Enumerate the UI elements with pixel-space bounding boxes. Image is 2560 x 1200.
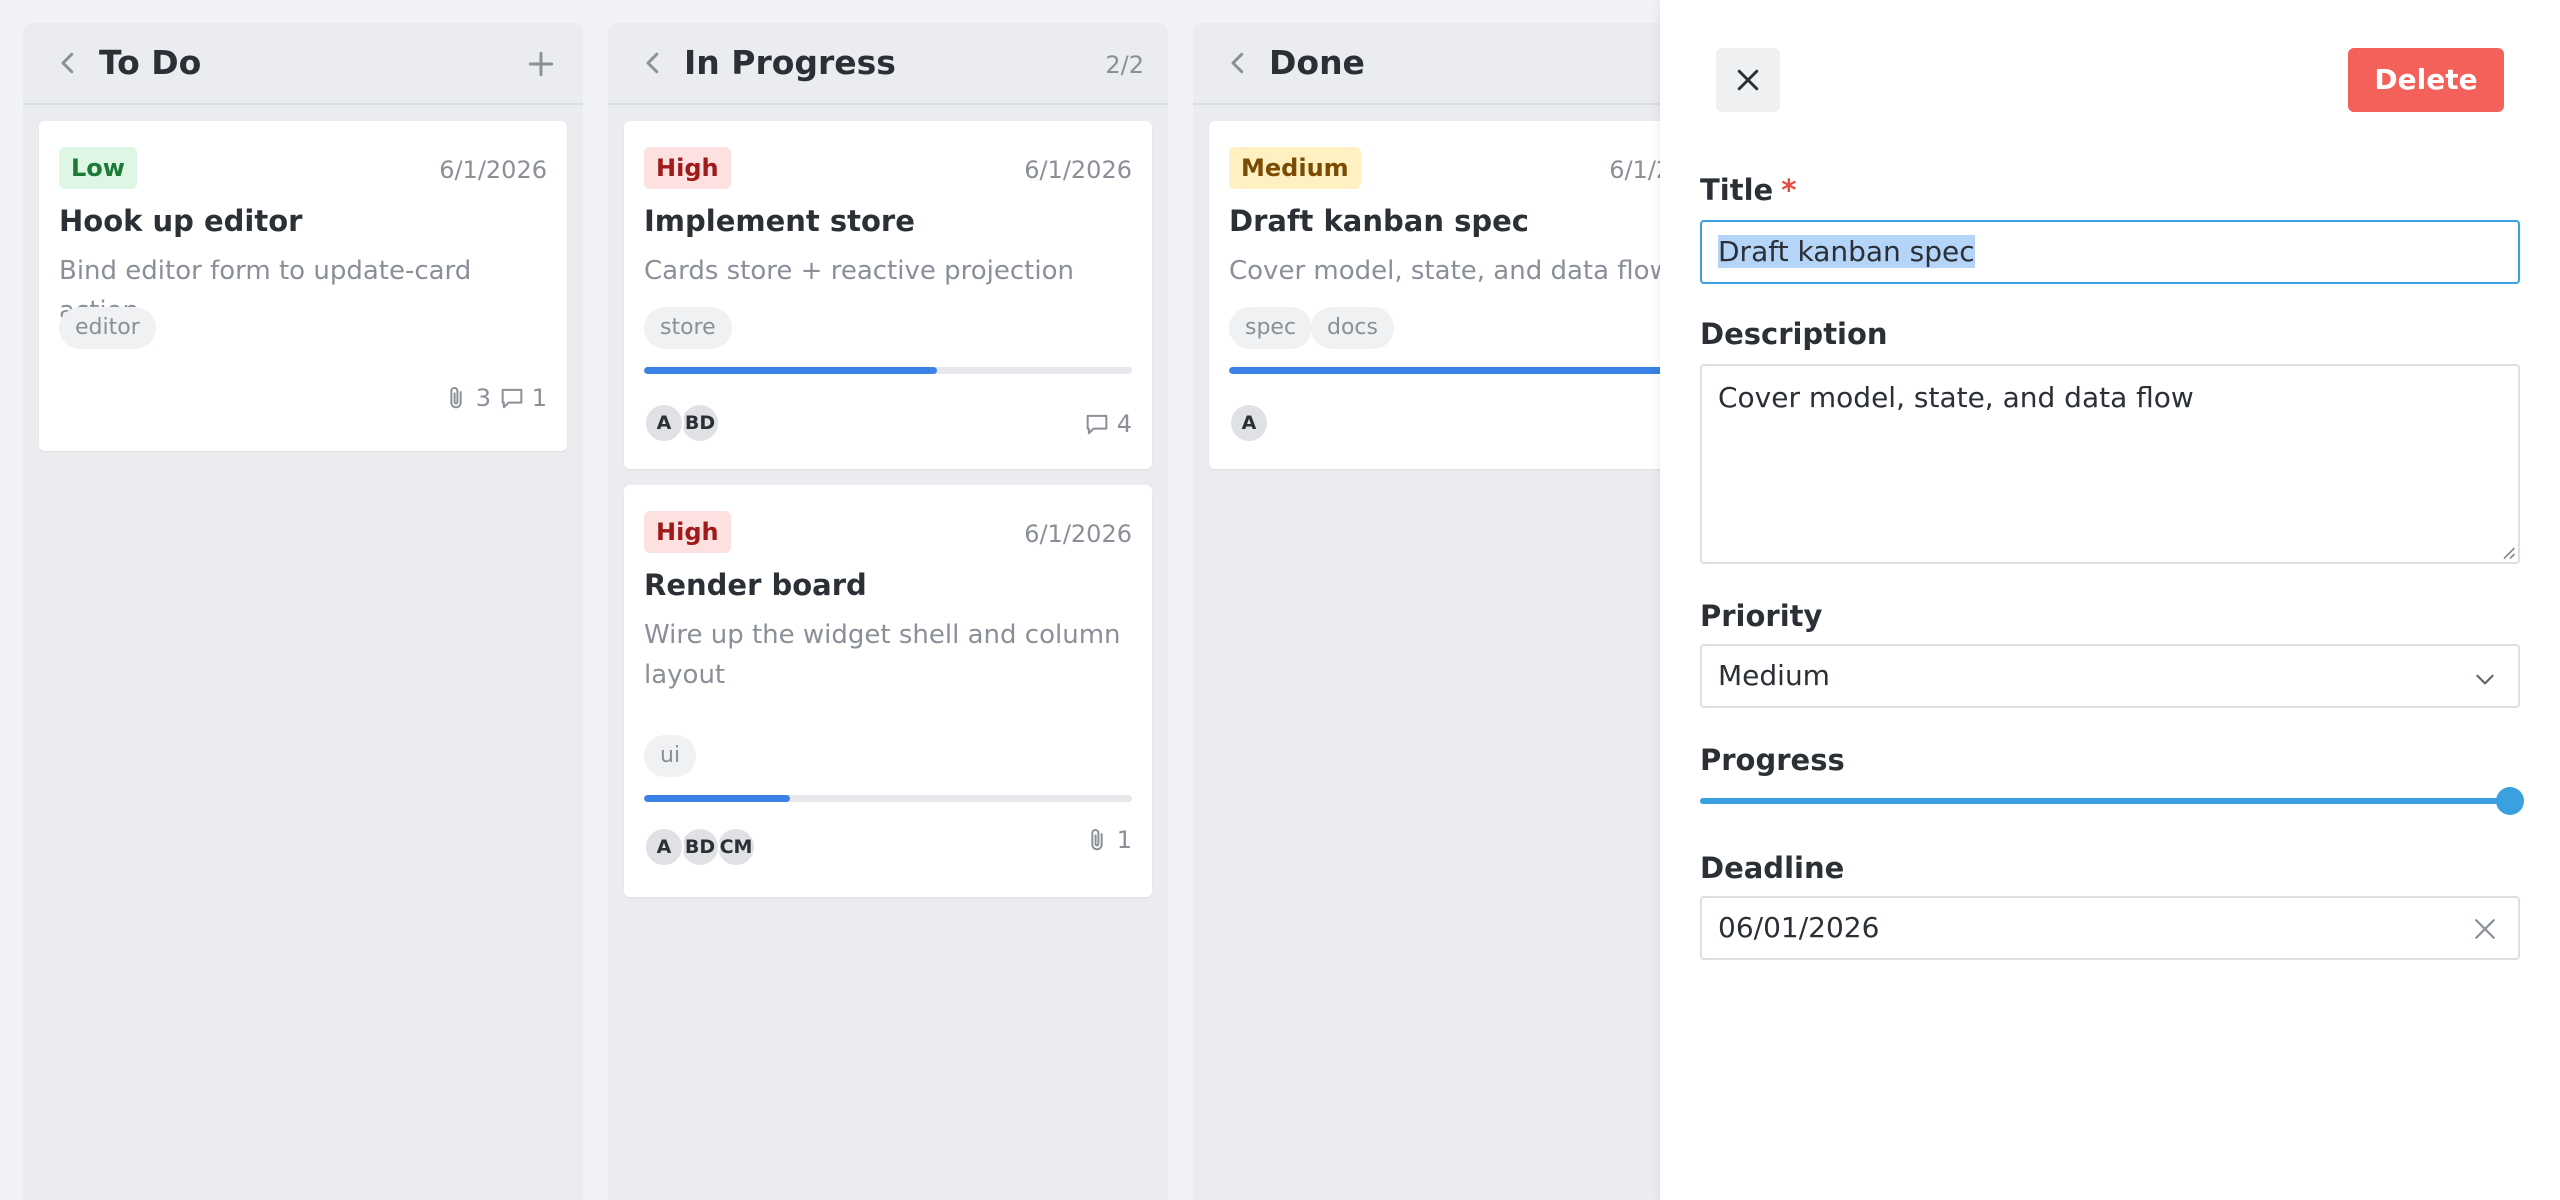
card-progress-fill [1229, 367, 1717, 374]
progress-label: Progress [1700, 743, 1845, 777]
priority-badge: High [644, 511, 731, 553]
card-description: Cover model, state, and data flow [1229, 256, 1671, 286]
paperclip-icon [1091, 829, 1103, 851]
clear-icon[interactable] [2470, 914, 2500, 944]
card-editor-panel: Delete Title * Draft kanban spec Descript… [1660, 0, 2560, 1200]
title-label: Title * [1700, 173, 1797, 207]
card-tag: ui [644, 735, 697, 777]
avatar: A [644, 827, 684, 867]
column-header: In Progress 2/2 [608, 23, 1168, 105]
chevron-left-icon[interactable] [53, 48, 83, 78]
paperclip-icon [450, 387, 462, 409]
card-description: Wire up the widget shell and column layo… [644, 620, 1121, 690]
card-progress-fill [644, 795, 791, 802]
avatar: A [1229, 403, 1269, 443]
card-progress-bar [644, 367, 1132, 374]
title-input[interactable]: Draft kanban spec [1700, 220, 2520, 284]
column-title: To Do [99, 43, 202, 82]
chevron-left-icon[interactable] [1223, 48, 1253, 78]
card-tag: spec [1229, 307, 1313, 349]
card-hook-up-editor[interactable]: Low 6/1/2026 Hook up editor Bind editor … [39, 121, 567, 451]
avatar: BD [680, 403, 720, 443]
attachment-count: 1 [1083, 825, 1132, 855]
deadline-input[interactable]: 06/01/2026 [1700, 896, 2520, 960]
column-title: Done [1269, 43, 1365, 82]
card-description: Cards store + reactive projection [644, 256, 1074, 286]
resize-grip-icon[interactable] [2498, 542, 2516, 560]
priority-selected-value: Medium [1718, 659, 1830, 692]
title-input-value: Draft kanban spec [1718, 235, 1975, 268]
column-header: To Do [23, 23, 583, 105]
priority-badge: Medium [1229, 147, 1361, 189]
chevron-down-icon [2476, 674, 2494, 685]
card-title: Hook up editor [59, 204, 303, 238]
column-in-progress: In Progress 2/2 High 6/1/2026 Implement … [608, 23, 1168, 1200]
deadline-value: 06/01/2026 [1718, 911, 1880, 944]
progress-slider-fill [1700, 798, 2510, 804]
comment-icon [1086, 414, 1108, 435]
card-progress-fill [644, 367, 937, 374]
delete-button[interactable]: Delete [2348, 48, 2504, 112]
comment-icon [501, 388, 523, 409]
progress-slider-thumb[interactable] [2496, 787, 2524, 815]
column-card-count: 2/2 [1105, 51, 1144, 79]
card-title: Draft kanban spec [1229, 204, 1529, 238]
close-icon [1737, 69, 1759, 91]
description-textarea[interactable]: Cover model, state, and data flow [1700, 364, 2520, 564]
plus-icon[interactable] [525, 48, 557, 80]
card-tag: editor [59, 307, 156, 349]
avatar: A [644, 403, 684, 443]
required-mark: * [1781, 173, 1797, 207]
priority-badge: Low [59, 147, 137, 189]
priority-label: Priority [1700, 599, 1823, 633]
comment-count: 1 [498, 383, 547, 413]
attachment-count: 3 [442, 383, 491, 413]
chevron-left-icon[interactable] [638, 48, 668, 78]
card-tag: store [644, 307, 732, 349]
card-tag: docs [1311, 307, 1394, 349]
card-title: Render board [644, 568, 867, 602]
description-value: Cover model, state, and data flow [1718, 381, 2194, 414]
avatar: BD [680, 827, 720, 867]
card-render-board[interactable]: High 6/1/2026 Render board Wire up the w… [624, 485, 1152, 897]
card-progress-bar [644, 795, 1132, 802]
progress-slider[interactable] [1700, 787, 2524, 815]
deadline-label: Deadline [1700, 851, 1845, 885]
card-date: 6/1/2026 [1024, 520, 1132, 548]
column-title: In Progress [684, 43, 896, 82]
card-implement-store[interactable]: High 6/1/2026 Implement store Cards stor… [624, 121, 1152, 469]
close-button[interactable] [1716, 48, 1780, 112]
priority-select[interactable]: Medium [1700, 644, 2520, 708]
description-label: Description [1700, 317, 1888, 351]
avatar: CM [716, 827, 756, 867]
column-todo: To Do Low 6/1/2026 Hook up editor Bind e… [23, 23, 583, 1200]
card-progress-bar [1229, 367, 1717, 374]
card-title: Implement store [644, 204, 915, 238]
priority-badge: High [644, 147, 731, 189]
comment-count: 4 [1083, 409, 1132, 439]
card-date: 6/1/2026 [439, 156, 547, 184]
card-draft-kanban-spec[interactable]: Medium 6/1/2026 Draft kanban spec Cover … [1209, 121, 1737, 469]
card-date: 6/1/2026 [1024, 156, 1132, 184]
